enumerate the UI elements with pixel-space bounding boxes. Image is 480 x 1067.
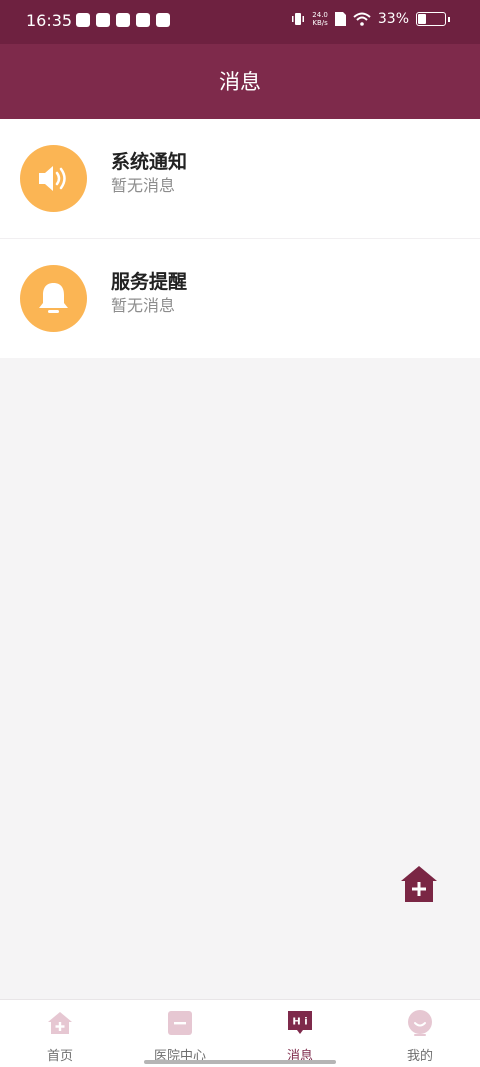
status-right: 24.0 KB/s 33% — [291, 11, 450, 27]
svg-text:H i: H i — [292, 1017, 307, 1028]
message-title: 系统通知 — [111, 151, 188, 173]
tab-label: 首页 — [46, 1049, 73, 1064]
hospital-icon — [168, 1011, 192, 1035]
message-subtitle: 暂无消息 — [111, 176, 176, 195]
tab-hospital[interactable]: 医院中心 — [120, 1000, 240, 1067]
add-home-button[interactable] — [399, 864, 439, 904]
net-speed-value: 24.0 — [312, 11, 328, 19]
vibrate-icon — [292, 13, 305, 25]
message-subtitle: 暂无消息 — [111, 296, 176, 315]
app-icon — [96, 13, 110, 27]
page-title: 消息 — [219, 70, 261, 94]
notification-icons — [76, 13, 170, 27]
tab-bar: 首页 医院中心 H i 消息 我的 — [0, 999, 480, 1067]
net-speed: 24.0 KB/s — [312, 11, 328, 27]
message-row-system[interactable]: 系统通知 暂无消息 — [0, 119, 480, 239]
message-row-service[interactable]: 服务提醒 暂无消息 — [0, 239, 480, 358]
home-plus-icon — [48, 1012, 72, 1034]
chat-hi-icon: H i — [288, 1011, 312, 1034]
net-speed-unit: KB/s — [312, 19, 328, 27]
home-add-icon — [401, 866, 437, 902]
speaker-icon — [20, 145, 87, 212]
message-list: 系统通知 暂无消息 服务提醒 暂无消息 — [0, 119, 480, 358]
battery-icon — [416, 12, 446, 26]
search-app-icon — [116, 13, 130, 27]
music-icon — [76, 13, 90, 27]
wechat-icon — [136, 13, 150, 27]
status-bar: 16:35 24.0 KB/s 33% — [0, 0, 480, 44]
battery-percent: 33% — [377, 11, 409, 27]
tab-profile[interactable]: 我的 — [360, 1000, 480, 1067]
message-title: 服务提醒 — [111, 271, 188, 293]
status-time: 16:35 — [26, 11, 73, 30]
tab-label: 我的 — [406, 1049, 433, 1064]
home-indicator — [144, 1060, 336, 1064]
tab-home[interactable]: 首页 — [0, 1000, 120, 1067]
bell-icon — [20, 265, 87, 332]
profile-icon — [408, 1010, 432, 1036]
mail-icon — [156, 13, 170, 27]
battery-cap — [448, 16, 450, 22]
wifi-icon — [353, 12, 371, 26]
tab-messages[interactable]: H i 消息 — [240, 1000, 360, 1067]
header: 消息 — [0, 44, 480, 119]
sim-icon — [334, 12, 346, 26]
